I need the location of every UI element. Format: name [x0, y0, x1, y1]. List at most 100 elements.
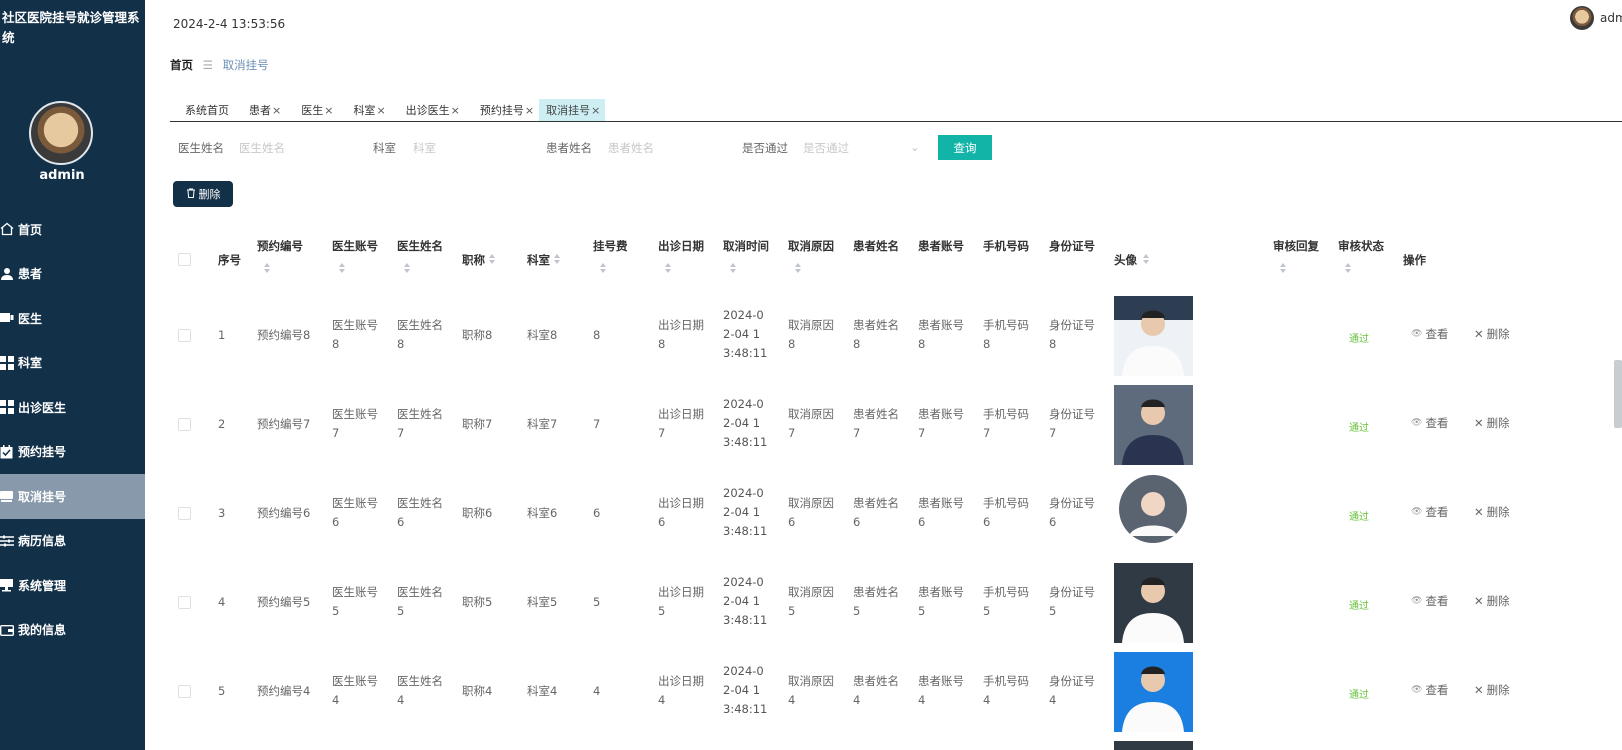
- view-button[interactable]: 👁 查看: [1411, 415, 1448, 431]
- sidebar-item-8[interactable]: 系统管理: [0, 563, 145, 608]
- header-username[interactable]: adm: [1600, 11, 1622, 25]
- sort-icon[interactable]: [1279, 262, 1287, 274]
- close-icon[interactable]: ×: [324, 104, 333, 117]
- sort-icon[interactable]: [794, 262, 802, 274]
- cell-doctor-account: 医生账号7: [332, 407, 378, 440]
- cell-doctor-name: 医生姓名6: [397, 496, 443, 529]
- cell-fee: 5: [593, 595, 601, 609]
- view-button[interactable]: 👁 查看: [1411, 682, 1448, 698]
- column-header-fee[interactable]: 挂号费: [593, 238, 628, 254]
- column-header-cancel-reason[interactable]: 取消原因: [788, 238, 834, 254]
- delete-button[interactable]: ✕ 删除: [1474, 593, 1510, 609]
- view-label: 查看: [1425, 594, 1449, 608]
- scrollbar[interactable]: [1614, 360, 1622, 428]
- chevron-down-icon[interactable]: ⌄: [910, 140, 920, 154]
- column-header-review-status[interactable]: 审核状态: [1338, 238, 1384, 254]
- sidebar-item-7[interactable]: 病历信息: [0, 519, 145, 564]
- sidebar-item-0[interactable]: 首页: [0, 207, 145, 252]
- row-checkbox[interactable]: [178, 418, 191, 431]
- row-checkbox[interactable]: [178, 685, 191, 698]
- sidebar-item-3[interactable]: 科室: [0, 341, 145, 386]
- view-button[interactable]: 👁 查看: [1411, 326, 1448, 342]
- column-header-patient-account[interactable]: 患者账号: [918, 238, 964, 254]
- column-header-visit-date[interactable]: 出诊日期: [658, 238, 704, 254]
- delete-button[interactable]: ✕ 删除: [1474, 326, 1510, 342]
- cell-phone: 手机号码7: [983, 407, 1029, 440]
- sort-icon[interactable]: [263, 262, 271, 274]
- column-header-review-reply[interactable]: 审核回复: [1273, 238, 1319, 254]
- delete-button[interactable]: ✕ 删除: [1474, 504, 1510, 520]
- row-checkbox[interactable]: [178, 596, 191, 609]
- avatar-photo[interactable]: [1114, 296, 1193, 376]
- avatar-photo[interactable]: [1114, 652, 1193, 732]
- view-label: 查看: [1425, 505, 1449, 519]
- row-checkbox[interactable]: [178, 507, 191, 520]
- sort-icon[interactable]: [488, 253, 496, 265]
- cell-patient-name: 患者姓名8: [853, 318, 899, 351]
- column-header-id-no[interactable]: 身份证号: [1049, 238, 1095, 254]
- tab-1[interactable]: 患者 ×: [234, 99, 286, 121]
- delete-button[interactable]: ✕ 删除: [1474, 415, 1510, 431]
- column-header-patient-name[interactable]: 患者姓名: [853, 238, 899, 254]
- column-header-avatar[interactable]: 头像: [1114, 252, 1137, 268]
- sidebar-item-2[interactable]: 医生: [0, 296, 145, 341]
- tab-2[interactable]: 医生 ×: [286, 99, 338, 121]
- close-icon[interactable]: ×: [591, 104, 600, 117]
- sidebar-item-label: 系统管理: [18, 578, 67, 593]
- status-badge: 通过: [1349, 334, 1369, 345]
- sort-icon[interactable]: [599, 262, 607, 274]
- column-header-actions[interactable]: 操作: [1403, 252, 1426, 268]
- sidebar-item-6[interactable]: 取消挂号: [0, 474, 145, 519]
- dept-input[interactable]: 科室: [413, 140, 533, 156]
- sidebar-item-1[interactable]: 患者: [0, 252, 145, 297]
- view-button[interactable]: 👁 查看: [1411, 593, 1448, 609]
- sort-icon[interactable]: [338, 262, 346, 274]
- close-icon[interactable]: ×: [451, 104, 460, 117]
- tab-6[interactable]: 取消挂号 ×: [539, 99, 606, 121]
- delete-button[interactable]: ✕ 删除: [1474, 682, 1510, 698]
- header-avatar[interactable]: [1570, 6, 1594, 30]
- tab-3[interactable]: 科室 ×: [338, 99, 390, 121]
- close-icon[interactable]: ×: [272, 104, 281, 117]
- sort-icon[interactable]: [1142, 253, 1150, 265]
- column-header-booking-no[interactable]: 预约编号: [257, 238, 303, 254]
- batch-delete-button[interactable]: 删除: [173, 181, 233, 207]
- patient-name-input[interactable]: 患者姓名: [608, 140, 728, 156]
- sort-icon[interactable]: [553, 253, 561, 265]
- doctor-name-input[interactable]: 医生姓名: [239, 140, 359, 156]
- avatar-photo[interactable]: [1114, 385, 1193, 465]
- sort-icon[interactable]: [1344, 262, 1352, 274]
- breadcrumb-home[interactable]: 首页: [170, 58, 193, 72]
- sidebar-item-4[interactable]: 出诊医生: [0, 385, 145, 430]
- cell-visit-date: 出诊日期8: [658, 318, 704, 351]
- tab-4[interactable]: 出诊医生 ×: [391, 99, 465, 121]
- sort-icon[interactable]: [729, 262, 737, 274]
- sort-icon[interactable]: [664, 262, 672, 274]
- sort-icon[interactable]: [403, 262, 411, 274]
- sidebar-item-5[interactable]: 预约挂号: [0, 430, 145, 475]
- search-button[interactable]: 查询: [938, 135, 992, 160]
- column-header-cancel-time[interactable]: 取消时间: [723, 238, 769, 254]
- delete-label: 删除: [1486, 416, 1510, 430]
- close-icon[interactable]: ×: [376, 104, 385, 117]
- sidebar-username: admin: [39, 168, 85, 183]
- avatar-photo[interactable]: [1114, 563, 1193, 643]
- cell-patient-account: 患者账号5: [918, 585, 964, 618]
- view-button[interactable]: 👁 查看: [1411, 504, 1448, 520]
- approved-select[interactable]: 是否通过: [803, 140, 913, 156]
- column-header-phone[interactable]: 手机号码: [983, 238, 1029, 254]
- column-header-dept[interactable]: 科室: [527, 252, 550, 268]
- avatar-photo[interactable]: [1114, 741, 1193, 750]
- row-checkbox[interactable]: [178, 329, 191, 342]
- column-header-doctor-name[interactable]: 医生姓名: [397, 238, 443, 254]
- sidebar-item-label: 患者: [18, 267, 43, 282]
- select-all-checkbox[interactable]: [178, 253, 191, 266]
- avatar-photo[interactable]: [1114, 474, 1193, 554]
- sidebar-item-9[interactable]: 我的信息: [0, 608, 145, 653]
- column-header-doctor-account[interactable]: 医生账号: [332, 238, 378, 254]
- column-header-index[interactable]: 序号: [218, 252, 241, 268]
- column-header-title[interactable]: 职称: [462, 252, 485, 268]
- close-icon[interactable]: ×: [525, 104, 534, 117]
- tab-0[interactable]: 系统首页: [170, 99, 234, 121]
- tab-5[interactable]: 预约挂号 ×: [465, 99, 539, 121]
